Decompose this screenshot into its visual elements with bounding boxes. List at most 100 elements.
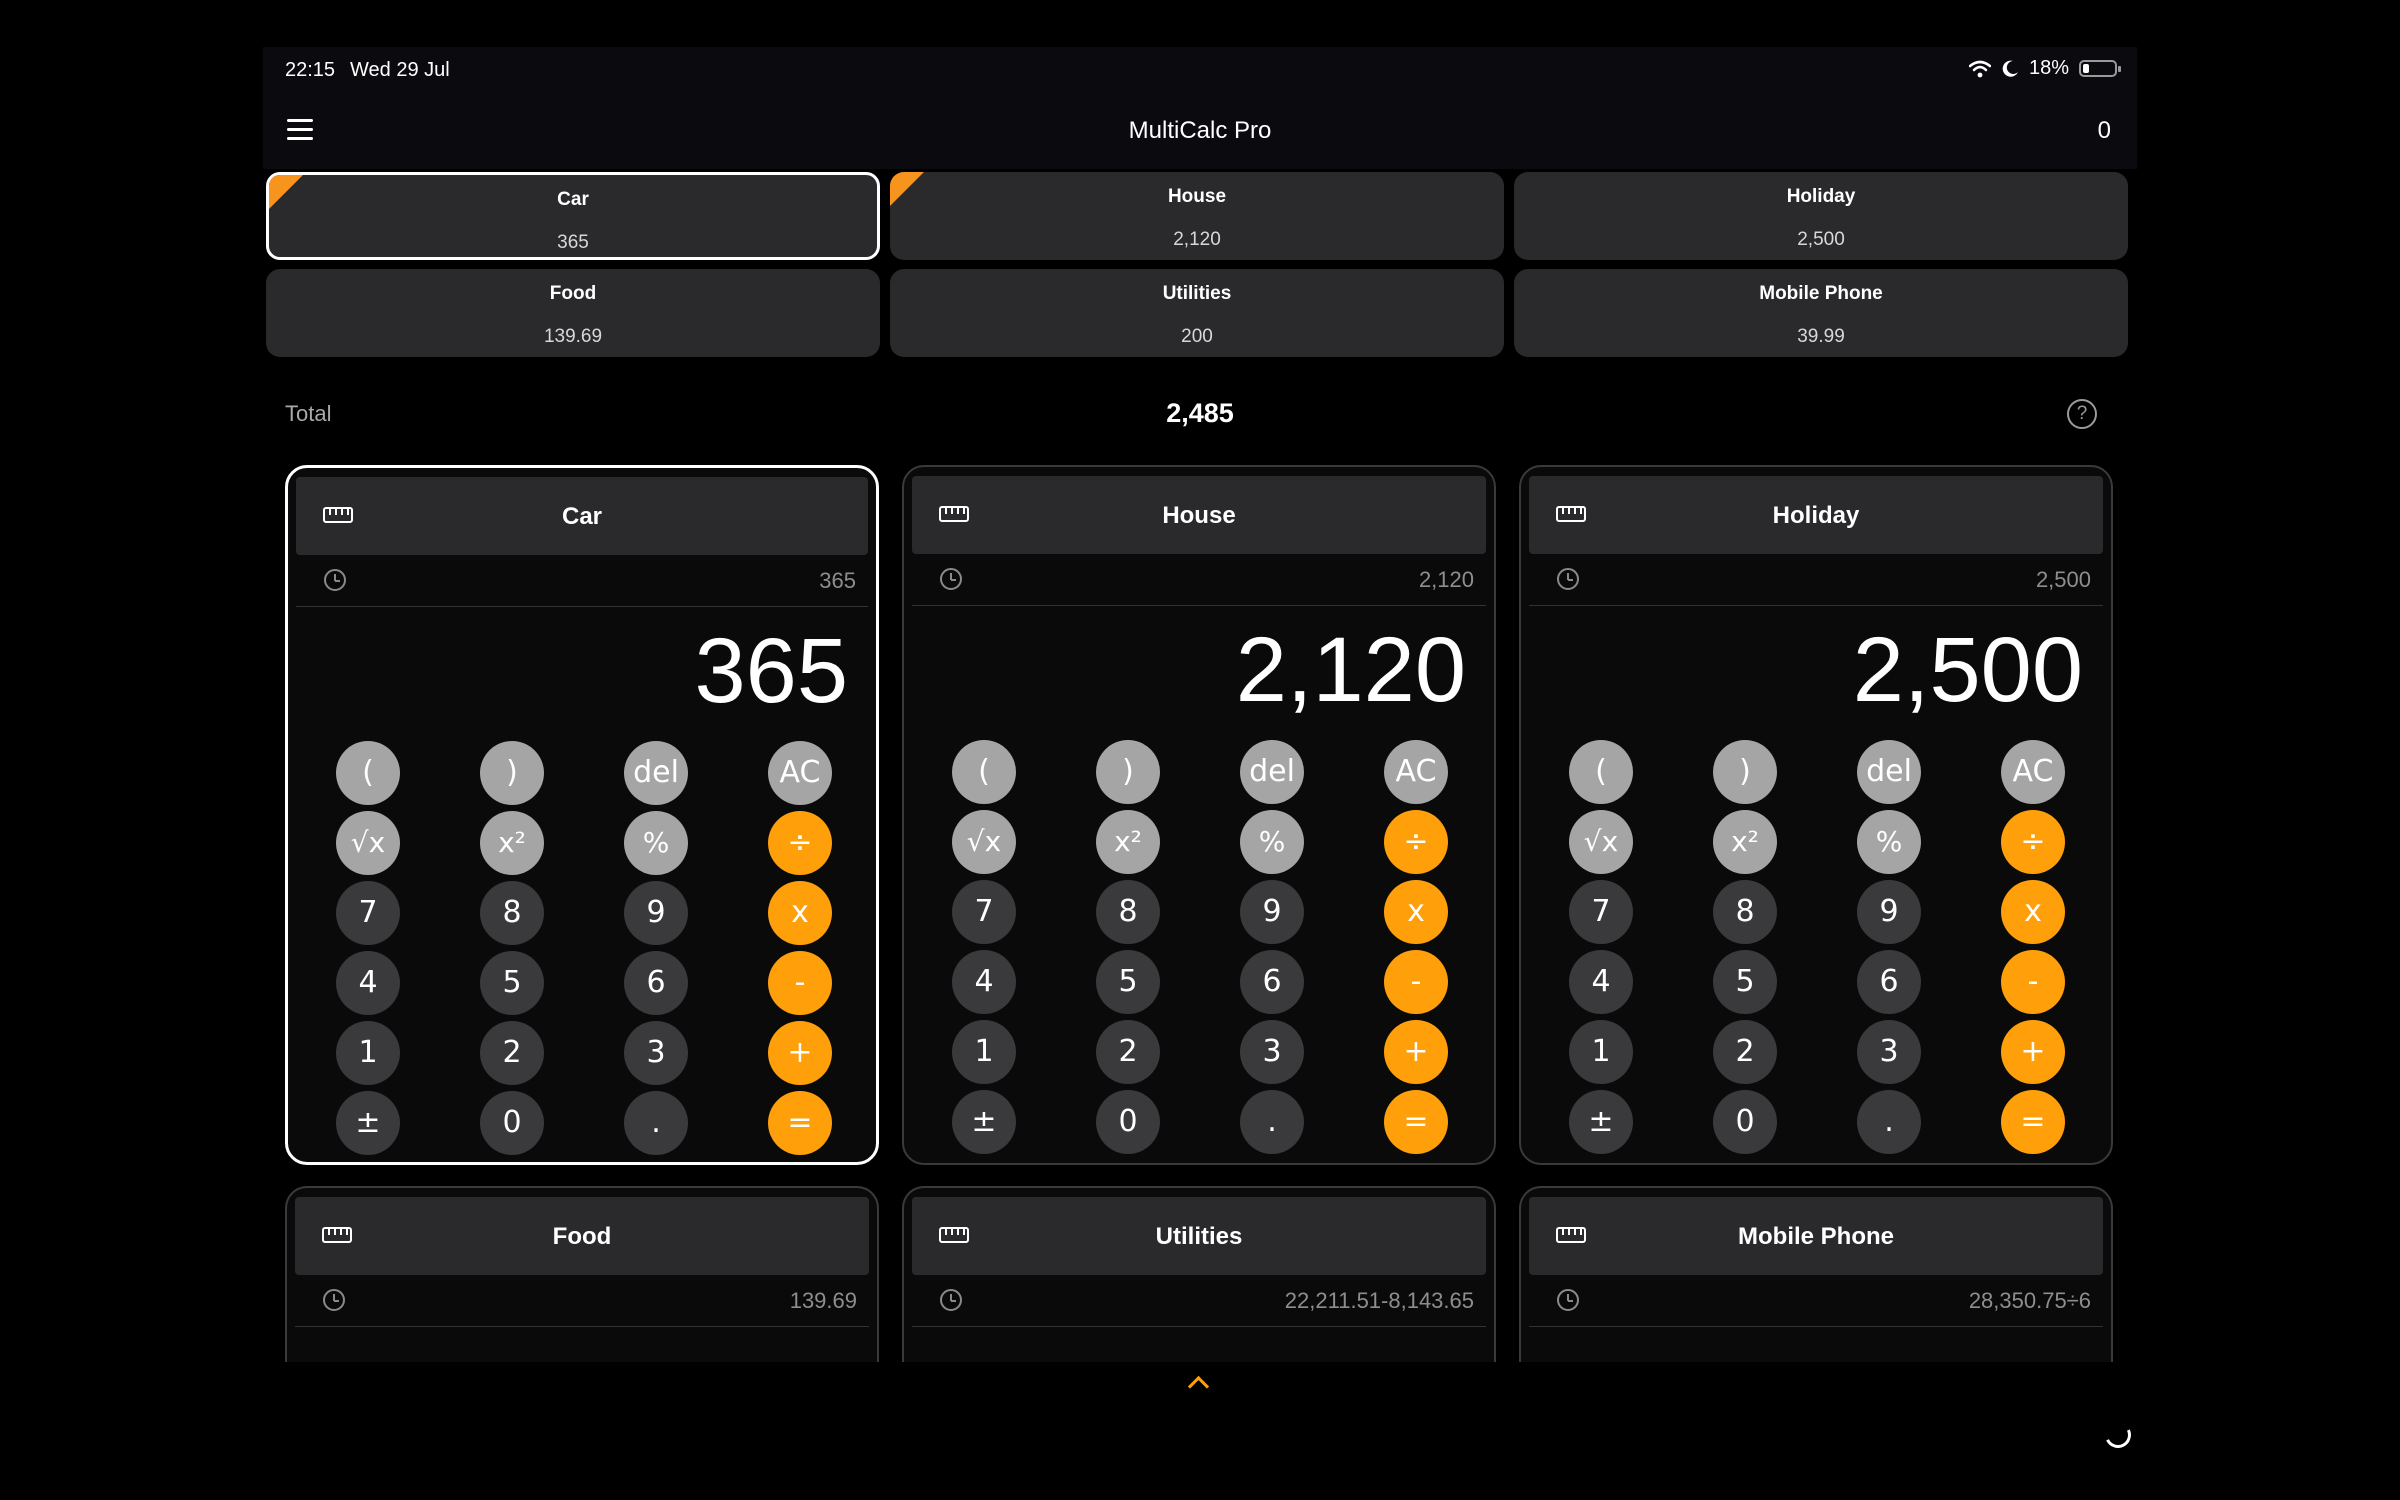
history-icon[interactable] [940, 568, 962, 590]
key-six[interactable]: 6 [624, 951, 688, 1015]
key-all-clear[interactable]: AC [1384, 740, 1448, 804]
key-three[interactable]: 3 [624, 1021, 688, 1085]
history-text: 365 [819, 568, 856, 593]
status-bar: 22:15 Wed 29 Jul 18% [263, 47, 2137, 93]
key-seven[interactable]: 7 [1569, 880, 1633, 944]
tile-holiday[interactable]: Holiday 2,500 [1514, 172, 2128, 260]
key-decimal[interactable]: . [1240, 1090, 1304, 1154]
key-subtract[interactable]: - [1384, 950, 1448, 1014]
help-icon[interactable]: ? [2067, 399, 2097, 429]
tile-mobile-phone[interactable]: Mobile Phone 39.99 [1514, 269, 2128, 357]
key-nine[interactable]: 9 [1240, 880, 1304, 944]
key-all-clear[interactable]: AC [768, 741, 832, 805]
key-add[interactable]: + [2001, 1020, 2065, 1084]
chevron-up-icon[interactable] [1188, 1372, 1208, 1392]
key-all-clear[interactable]: AC [2001, 740, 2065, 804]
key-plus-minus[interactable]: ± [952, 1090, 1016, 1154]
key-two[interactable]: 2 [480, 1021, 544, 1085]
key-plus-minus[interactable]: ± [1569, 1090, 1633, 1154]
key-square-root[interactable]: √x [1569, 810, 1633, 874]
key-square[interactable]: x² [1096, 810, 1160, 874]
key-eight[interactable]: 8 [1713, 880, 1777, 944]
key-open-paren[interactable]: ( [952, 740, 1016, 804]
key-two[interactable]: 2 [1096, 1020, 1160, 1084]
key-five[interactable]: 5 [1713, 950, 1777, 1014]
key-square-root[interactable]: √x [336, 811, 400, 875]
calculator-holiday[interactable]: Holiday 2,500 2,500 () del AC √x x²% ÷ 7 8 9 x 4 5 6 - 1 2… [1519, 465, 2113, 1165]
history-icon[interactable] [324, 569, 346, 591]
calculator-utilities[interactable]: Utilities 22,211.51-8,143.65 [902, 1186, 1496, 1362]
key-subtract[interactable]: - [768, 951, 832, 1015]
key-one[interactable]: 1 [1569, 1020, 1633, 1084]
tile-food[interactable]: Food 139.69 [266, 269, 880, 357]
key-three[interactable]: 3 [1857, 1020, 1921, 1084]
keypad: () del AC √x x²% ÷ 7 8 9 x 4 5 6 - 1 2 3 + ±0. = [336, 741, 834, 1157]
status-time: 22:15 [285, 59, 336, 81]
key-add[interactable]: + [768, 1021, 832, 1085]
key-divide[interactable]: ÷ [1384, 810, 1448, 874]
tile-utilities[interactable]: Utilities 200 [890, 269, 1504, 357]
tile-car[interactable]: Car 365 [266, 172, 880, 260]
key-close-paren[interactable]: ) [1096, 740, 1160, 804]
key-nine[interactable]: 9 [624, 881, 688, 945]
key-divide[interactable]: ÷ [2001, 810, 2065, 874]
key-close-paren[interactable]: ) [1713, 740, 1777, 804]
key-percent[interactable]: % [1857, 810, 1921, 874]
key-subtract[interactable]: - [2001, 950, 2065, 1014]
key-zero[interactable]: 0 [1096, 1090, 1160, 1154]
key-eight[interactable]: 8 [1096, 880, 1160, 944]
key-add[interactable]: + [1384, 1020, 1448, 1084]
key-four[interactable]: 4 [336, 951, 400, 1015]
key-close-paren[interactable]: ) [480, 741, 544, 805]
key-equals[interactable]: = [768, 1091, 832, 1155]
wifi-icon [1968, 60, 1991, 77]
history-text: 28,350.75÷6 [1968, 1288, 2091, 1313]
key-decimal[interactable]: . [1857, 1090, 1921, 1154]
battery-percent: 18% [2028, 57, 2069, 79]
key-multiply[interactable]: x [2001, 880, 2065, 944]
key-zero[interactable]: 0 [480, 1091, 544, 1155]
key-eight[interactable]: 8 [480, 881, 544, 945]
key-plus-minus[interactable]: ± [336, 1091, 400, 1155]
key-four[interactable]: 4 [1569, 950, 1633, 1014]
history-icon[interactable] [1557, 568, 1579, 590]
key-delete[interactable]: del [624, 741, 688, 805]
calculator-history: 2,500 [1529, 554, 2103, 606]
key-multiply[interactable]: x [768, 881, 832, 945]
key-zero[interactable]: 0 [1713, 1090, 1777, 1154]
key-equals[interactable]: = [1384, 1090, 1448, 1154]
key-one[interactable]: 1 [952, 1020, 1016, 1084]
key-open-paren[interactable]: ( [336, 741, 400, 805]
history-icon[interactable] [1557, 1289, 1579, 1311]
key-square[interactable]: x² [1713, 810, 1777, 874]
key-seven[interactable]: 7 [952, 880, 1016, 944]
calculator-car[interactable]: Car 365 365 () del AC √x x²% ÷ 7 8 9 x 4 5 6 - 1 2 3 + ±0. = [285, 465, 879, 1165]
key-six[interactable]: 6 [1857, 950, 1921, 1014]
tile-house[interactable]: House 2,120 [890, 172, 1504, 260]
key-decimal[interactable]: . [624, 1091, 688, 1155]
key-square[interactable]: x² [480, 811, 544, 875]
key-five[interactable]: 5 [1096, 950, 1160, 1014]
calculator-food[interactable]: Food 139.69 [285, 1186, 879, 1362]
key-two[interactable]: 2 [1713, 1020, 1777, 1084]
key-multiply[interactable]: x [1384, 880, 1448, 944]
key-nine[interactable]: 9 [1857, 880, 1921, 944]
key-one[interactable]: 1 [336, 1021, 400, 1085]
key-percent[interactable]: % [624, 811, 688, 875]
calculator-house[interactable]: House 2,120 2,120 () del AC √x x²% ÷ 7 8 9 x 4 5 6 - 1 2 3 +… [902, 465, 1496, 1165]
history-icon[interactable] [323, 1289, 345, 1311]
key-equals[interactable]: = [2001, 1090, 2065, 1154]
key-square-root[interactable]: √x [952, 810, 1016, 874]
key-four[interactable]: 4 [952, 950, 1016, 1014]
key-seven[interactable]: 7 [336, 881, 400, 945]
key-percent[interactable]: % [1240, 810, 1304, 874]
key-divide[interactable]: ÷ [768, 811, 832, 875]
key-open-paren[interactable]: ( [1569, 740, 1633, 804]
calculator-mobile-phone[interactable]: Mobile Phone 28,350.75÷6 [1519, 1186, 2113, 1362]
key-delete[interactable]: del [1240, 740, 1304, 804]
history-icon[interactable] [940, 1289, 962, 1311]
key-six[interactable]: 6 [1240, 950, 1304, 1014]
key-three[interactable]: 3 [1240, 1020, 1304, 1084]
key-five[interactable]: 5 [480, 951, 544, 1015]
key-delete[interactable]: del [1857, 740, 1921, 804]
